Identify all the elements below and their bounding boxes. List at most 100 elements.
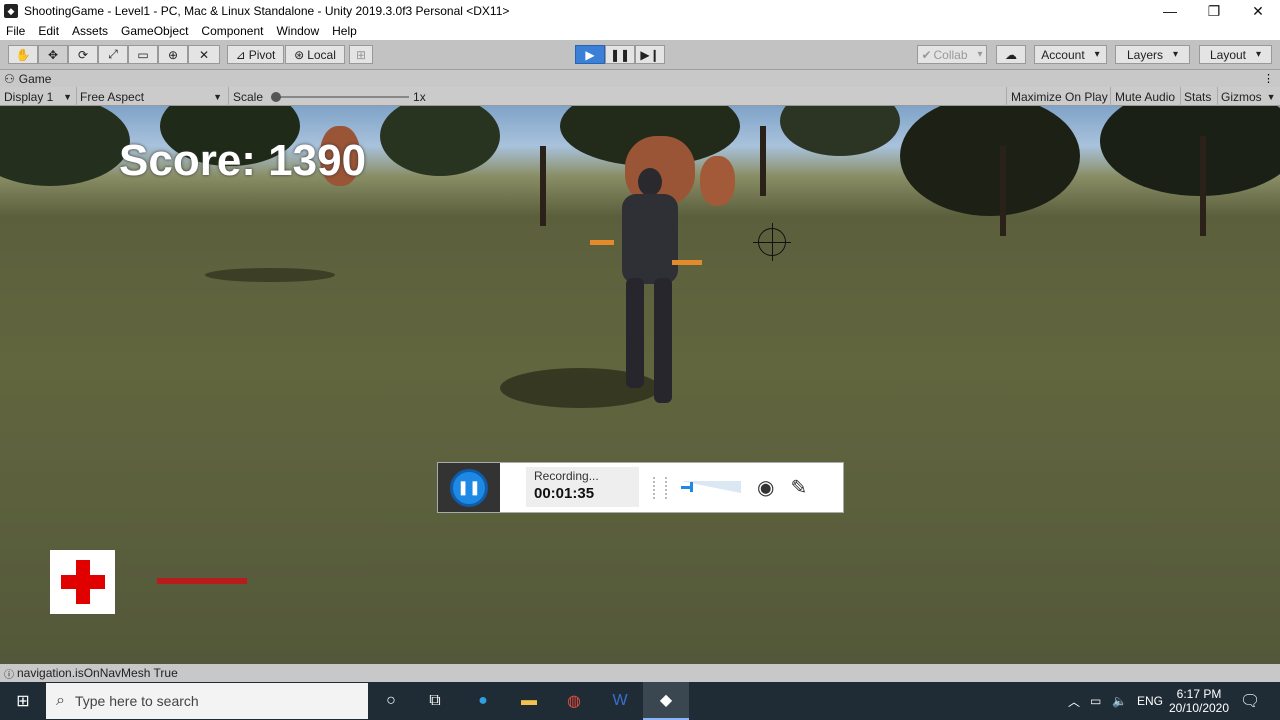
layout-dropdown[interactable]: Layout xyxy=(1199,45,1272,64)
drag-handle-icon[interactable] xyxy=(653,477,667,499)
aspect-label: Free Aspect xyxy=(80,89,145,104)
gizmos-dropdown[interactable]: Gizmos ▼ xyxy=(1217,87,1280,106)
recorder-status-label: Recording... xyxy=(534,469,599,483)
game-tab-label: Game xyxy=(18,71,52,86)
maximize-button[interactable]: ❐ xyxy=(1192,0,1236,22)
play-button[interactable]: ▶ xyxy=(575,45,605,64)
screen-recorder-panel: ❚❚ Recording... 00:01:35 ◉ ✎ xyxy=(437,462,844,513)
tray-chevron-icon[interactable]: ︿ xyxy=(1068,682,1080,720)
title-bar: ◆ ShootingGame - Level1 - PC, Mac & Linu… xyxy=(0,0,1280,22)
search-icon: ⌕ xyxy=(56,692,65,709)
crosshair-icon xyxy=(753,223,791,261)
snap-icon[interactable]: ⊞ xyxy=(349,45,373,64)
tab-menu-icon[interactable]: ⋮ xyxy=(1263,72,1274,85)
volume-slider-thumb[interactable] xyxy=(690,482,693,492)
ground-shadow xyxy=(205,268,335,282)
game-tab-row: ⚇ Game ⋮ xyxy=(0,70,1280,87)
custom-tool-icon[interactable]: ✕ xyxy=(188,45,220,64)
status-message[interactable]: navigation.isOnNavMesh True xyxy=(17,666,178,680)
scale-tool-icon[interactable]: ⤢ xyxy=(98,45,128,64)
menu-edit[interactable]: Edit xyxy=(38,24,59,38)
aspect-dropdown[interactable]: Free Aspect ▼ xyxy=(76,87,226,106)
stats-toggle[interactable]: Stats xyxy=(1180,87,1215,106)
task-view-icon[interactable]: ⧉ xyxy=(412,682,458,720)
volume-icon[interactable]: 🔈 xyxy=(1112,682,1127,720)
local-toggle[interactable]: ⊛ Local xyxy=(285,45,345,64)
windows-start-icon[interactable]: ⊞ xyxy=(0,682,46,720)
pause-button[interactable]: ❚❚ xyxy=(605,45,635,64)
maximize-label: Maximize On Play xyxy=(1011,89,1108,104)
step-button[interactable]: ▶❙ xyxy=(635,45,665,64)
webcam-icon[interactable]: ◉ xyxy=(757,475,774,512)
local-label: Local xyxy=(307,47,336,62)
hand-tool-icon[interactable]: ✋ xyxy=(8,45,38,64)
menu-window[interactable]: Window xyxy=(276,24,319,38)
local-icon: ⊛ xyxy=(294,47,305,62)
edge-icon[interactable]: ● xyxy=(460,682,506,720)
collab-dropdown[interactable]: ✔ Collab xyxy=(917,45,987,64)
pivot-icon: ⊿ xyxy=(235,47,246,62)
menu-gameobject[interactable]: GameObject xyxy=(121,24,188,38)
pivot-toggle[interactable]: ⊿ Pivot xyxy=(227,45,284,64)
volume-slider-fill xyxy=(681,486,690,489)
health-bar xyxy=(157,578,457,584)
layers-dropdown[interactable]: Layers xyxy=(1115,45,1190,64)
account-dropdown[interactable]: Account xyxy=(1034,45,1107,64)
menu-file[interactable]: File xyxy=(6,24,25,38)
health-bar-fill xyxy=(157,578,247,584)
stats-label: Stats xyxy=(1184,89,1212,104)
maximize-on-play-toggle[interactable]: Maximize On Play xyxy=(1006,87,1108,106)
aspect-chevron-down-icon: ▼ xyxy=(213,91,222,102)
recorder-pause-area: ❚❚ xyxy=(438,463,500,512)
clock-date: 20/10/2020 xyxy=(1168,701,1230,715)
game-viewport[interactable]: Score: 1390 xyxy=(0,106,1280,664)
scale-slider-thumb[interactable] xyxy=(271,91,282,102)
transform-tool-icon[interactable]: ⊕ xyxy=(158,45,188,64)
pivot-label: Pivot xyxy=(248,47,276,62)
recorder-time: 00:01:35 xyxy=(534,485,595,502)
close-button[interactable]: ✕ xyxy=(1236,0,1280,22)
scale-control: Scale 1x xyxy=(228,87,428,106)
menu-assets[interactable]: Assets xyxy=(72,24,108,38)
menu-help[interactable]: Help xyxy=(332,24,357,38)
display-dropdown[interactable]: Display 1 ▼ xyxy=(4,87,74,106)
notifications-icon[interactable]: 🗨 xyxy=(1240,682,1260,720)
recorder-pause-button[interactable]: ❚❚ xyxy=(450,468,488,507)
rect-tool-icon[interactable]: ▭ xyxy=(128,45,158,64)
minimize-button[interactable]: — xyxy=(1148,0,1192,22)
info-icon: ⓘ xyxy=(4,669,14,681)
unity-icon: ◆ xyxy=(4,4,18,18)
collab-label: Collab xyxy=(933,47,968,62)
volume-slider[interactable] xyxy=(681,481,741,493)
orange-weapon-glow xyxy=(672,260,702,265)
display-label: Display 1 xyxy=(4,89,54,104)
taskbar-search[interactable]: ⌕ Type here to search xyxy=(46,683,368,719)
game-view-controls: Display 1 ▼ Free Aspect ▼ Scale 1x Maximiz… xyxy=(0,87,1280,106)
gizmos-label: Gizmos xyxy=(1221,89,1262,104)
cloud-icon[interactable]: ☁ xyxy=(996,45,1026,64)
orange-weapon-glow xyxy=(590,240,614,245)
battery-icon[interactable]: ▭ xyxy=(1090,682,1101,720)
chrome-icon[interactable]: ◍ xyxy=(551,682,597,720)
window-title: ShootingGame - Level1 - PC, Mac & Linux … xyxy=(24,4,510,18)
collab-check-icon: ✔ xyxy=(921,47,932,62)
unity-taskbar-icon[interactable]: ◆ xyxy=(643,682,689,720)
word-icon[interactable]: W xyxy=(597,682,643,720)
language-indicator[interactable]: ENG xyxy=(1137,682,1163,720)
game-tab[interactable]: ⚇ Game xyxy=(4,72,51,86)
menu-component[interactable]: Component xyxy=(201,24,263,38)
clock[interactable]: 6:17 PM 20/10/2020 xyxy=(1168,682,1230,720)
layers-label: Layers xyxy=(1126,47,1163,62)
file-explorer-icon[interactable]: ▬ xyxy=(506,682,552,720)
taskbar: ⊞ ⌕ Type here to search ○ ⧉ ● ▬ ◍ W ◆ ︿ … xyxy=(0,682,1280,720)
pen-icon[interactable]: ✎ xyxy=(790,475,807,512)
move-tool-icon[interactable]: ✥ xyxy=(38,45,68,64)
scale-slider[interactable] xyxy=(271,91,410,102)
layout-label: Layout xyxy=(1209,47,1246,62)
enemy-creature xyxy=(700,156,735,206)
rotate-tool-icon[interactable]: ⟳ xyxy=(68,45,98,64)
recorder-status: Recording... 00:01:35 xyxy=(526,467,639,507)
cortana-icon[interactable]: ○ xyxy=(368,682,414,720)
mute-audio-toggle[interactable]: Mute Audio xyxy=(1110,87,1178,106)
player-character xyxy=(610,168,690,408)
